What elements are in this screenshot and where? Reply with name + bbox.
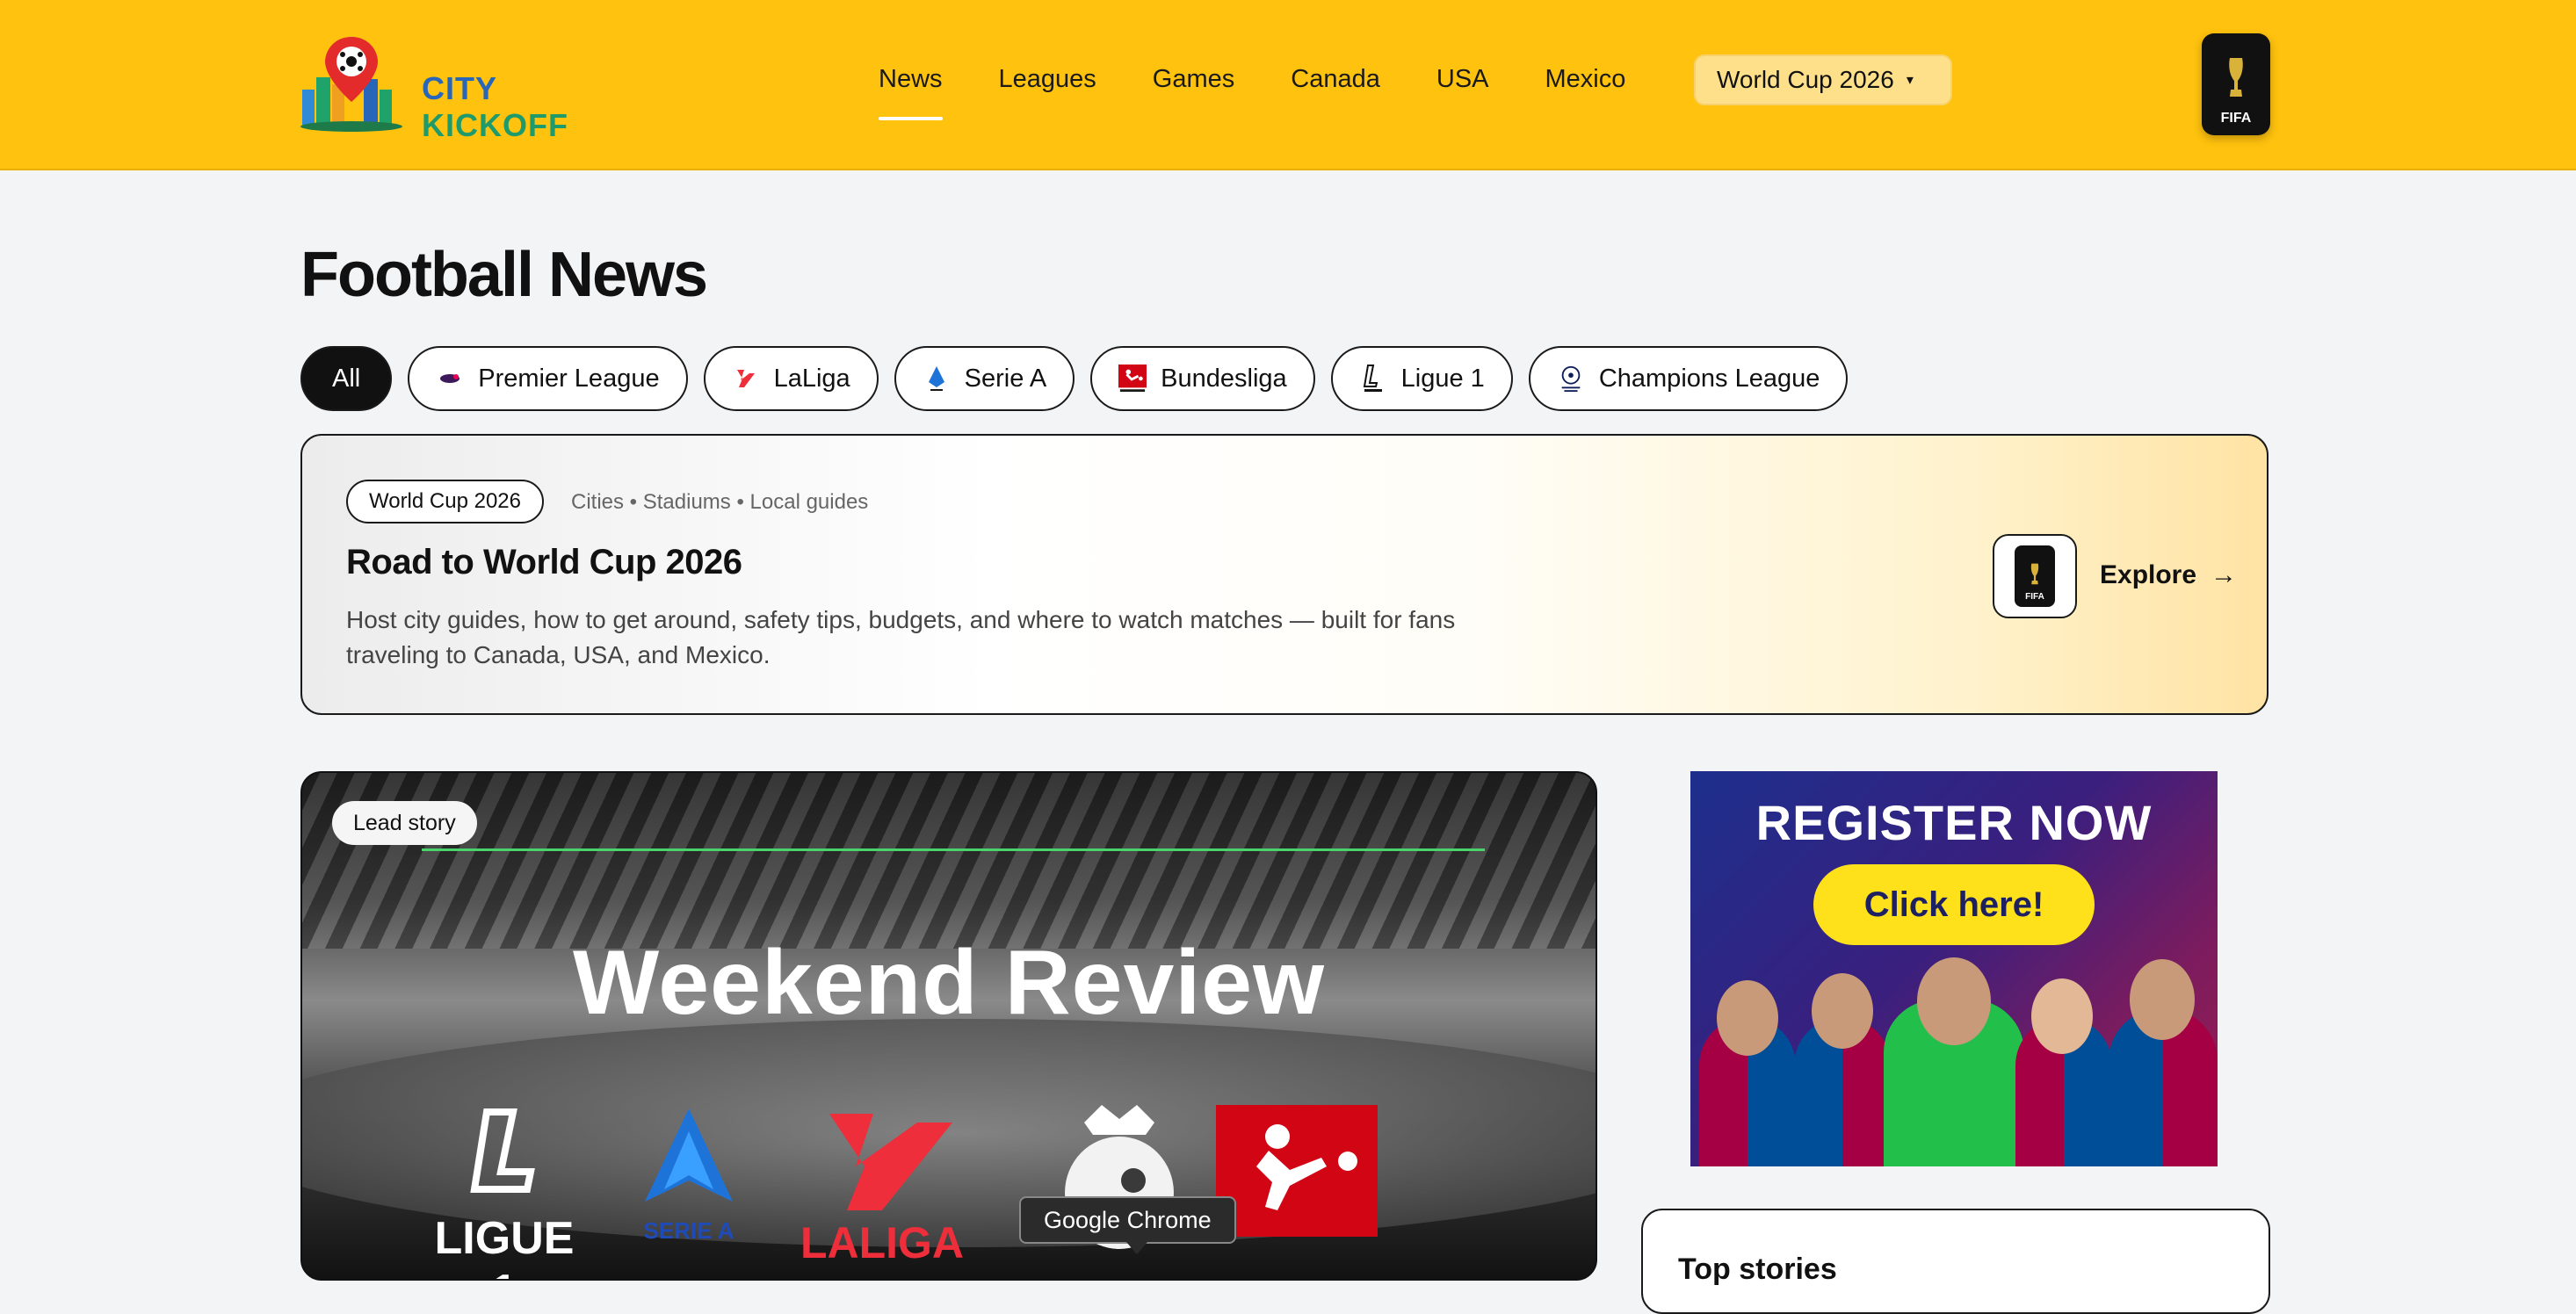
filter-chip-serie-a[interactable]: Serie A xyxy=(894,346,1075,411)
ligue-1-icon xyxy=(1359,365,1387,393)
ad-title: REGISTER NOW xyxy=(1755,795,2153,850)
fifa-world-cup-badge[interactable]: FIFA xyxy=(2202,33,2270,135)
serie-a-label: SERIE A xyxy=(643,1217,734,1244)
filter-chip-label: Serie A xyxy=(964,364,1047,393)
laliga-logo: LALIGA xyxy=(794,1105,970,1279)
explore-link[interactable]: Explore → xyxy=(2100,560,2237,590)
page-title: Football News xyxy=(300,240,708,310)
fifa-badge-label: FIFA xyxy=(2025,592,2044,602)
filter-chip-label: LaLiga xyxy=(773,364,850,393)
fifa-badge-label: FIFA xyxy=(2220,111,2252,126)
league-filter-bar: All Premier League LaLiga Serie A Bundes… xyxy=(300,346,1863,411)
filter-chip-label: Ligue 1 xyxy=(1400,364,1485,393)
arrow-right-icon: → xyxy=(2211,560,2238,589)
filter-chip-ligue-1[interactable]: Ligue 1 xyxy=(1330,346,1513,411)
lead-story-tag: Lead story xyxy=(332,801,477,845)
filter-chip-bundesliga[interactable]: Bundesliga xyxy=(1090,346,1315,411)
top-stories-title: Top stories xyxy=(1678,1253,1837,1286)
league-logos: LIGUE 1 SERIE A LALIGA xyxy=(434,1105,1488,1279)
lead-story-card[interactable]: Lead story Weekend Review LIGUE 1 SERIE … xyxy=(300,771,1597,1281)
nav-item-canada[interactable]: Canada xyxy=(1291,65,1380,110)
top-stories-panel: Top stories xyxy=(1641,1209,2270,1314)
trophy-icon xyxy=(2229,58,2243,97)
divider xyxy=(422,848,1485,851)
promo-tag: World Cup 2026 xyxy=(346,480,544,523)
filter-chip-premier-league[interactable]: Premier League xyxy=(408,346,688,411)
world-cup-dropdown[interactable]: World Cup 2026 ▾ xyxy=(1694,54,1952,105)
site-logo-text: CITY KICKOFF xyxy=(422,70,568,143)
browser-tooltip: Google Chrome xyxy=(1019,1196,1236,1254)
promo-description: Host city guides, how to get around, saf… xyxy=(346,606,1456,668)
nav-item-leagues[interactable]: Leagues xyxy=(999,65,1096,110)
site-logo[interactable]: CITY KICKOFF xyxy=(299,35,633,143)
city-skyline-icon xyxy=(300,37,402,132)
ad-click-button[interactable]: Click here! xyxy=(1813,864,2095,945)
serie-a-icon xyxy=(923,365,951,393)
explore-label: Explore xyxy=(2100,560,2197,589)
register-ad-banner[interactable]: REGISTER NOW Click here! xyxy=(1690,771,2218,1166)
ligue-1-label: LIGUE 1 xyxy=(434,1213,575,1279)
filter-chip-label: All xyxy=(332,364,361,393)
promo-meta: Cities • Stadiums • Local guides xyxy=(571,490,869,514)
champions-league-icon xyxy=(1557,365,1585,393)
serie-a-logo: SERIE A xyxy=(627,1105,750,1279)
chevron-down-icon: ▾ xyxy=(1906,73,1914,88)
fifa-world-cup-badge: FIFA xyxy=(1993,534,2077,618)
filter-chip-label: Premier League xyxy=(478,364,660,393)
stadium-roof-image xyxy=(302,773,1596,949)
premier-league-logo xyxy=(1049,1096,1190,1272)
lead-story-title: Weekend Review xyxy=(572,932,1325,1034)
ligue-1-logo: LIGUE 1 xyxy=(434,1105,575,1279)
bundesliga-icon xyxy=(1118,365,1147,393)
nav-item-usa[interactable]: USA xyxy=(1436,65,1489,110)
filter-chip-label: Bundesliga xyxy=(1161,364,1287,393)
nav-item-games[interactable]: Games xyxy=(1153,65,1234,110)
bundesliga-logo xyxy=(1216,1105,1378,1237)
trophy-icon: FIFA xyxy=(2015,545,2055,607)
filter-chip-laliga[interactable]: LaLiga xyxy=(703,346,879,411)
filter-chip-label: Champions League xyxy=(1598,364,1820,393)
main-nav: News Leagues Games Canada USA Mexico xyxy=(879,65,1682,120)
nav-item-mexico[interactable]: Mexico xyxy=(1545,65,1626,110)
filter-chip-all[interactable]: All xyxy=(300,346,393,411)
nav-item-news[interactable]: News xyxy=(879,65,943,120)
premier-league-icon xyxy=(436,365,464,393)
site-header: CITY KICKOFF News Leagues Games Canada U… xyxy=(0,0,2576,170)
world-cup-dropdown-value: World Cup 2026 xyxy=(1717,66,1894,93)
filter-chip-champions-league[interactable]: Champions League xyxy=(1528,346,1849,411)
world-cup-promo-card[interactable]: World Cup 2026 Cities • Stadiums • Local… xyxy=(300,434,2268,715)
promo-title: Road to World Cup 2026 xyxy=(346,543,742,581)
laliga-icon xyxy=(732,365,760,393)
laliga-label: LALIGA xyxy=(800,1218,965,1267)
